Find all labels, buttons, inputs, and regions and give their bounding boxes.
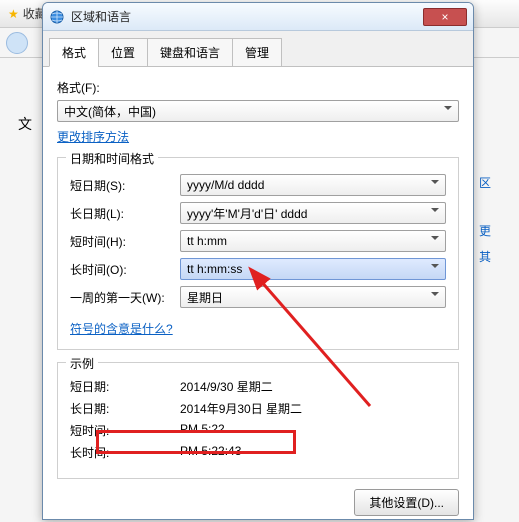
dialog-body: 格式(F): 中文(简体，中国) 更改排序方法 日期和时间格式 短日期(S): … [43,67,473,520]
chevron-down-icon [431,264,439,272]
tab-location[interactable]: 位置 [98,38,148,67]
titlebar: 区域和语言 × [43,3,473,31]
chevron-down-icon [431,208,439,216]
example-legend: 示例 [66,355,98,372]
button-row: 其他设置(D)... [57,489,459,516]
short-date-label: 短日期(S): [70,177,180,194]
ex-short-date-label: 短日期: [70,378,180,395]
other-settings-button[interactable]: 其他设置(D)... [354,489,459,516]
ex-short-date-value: 2014/9/30 星期二 [180,378,446,395]
chevron-down-icon [431,292,439,300]
side-link[interactable]: 区 [479,170,519,196]
row-first-day: 一周的第一天(W): 星期日 [70,286,446,308]
example-fieldset: 示例 短日期:2014/9/30 星期二 长日期:2014年9月30日 星期二 … [57,362,459,479]
short-date-combo[interactable]: yyyy/M/d dddd [180,174,446,196]
region-language-dialog: 区域和语言 × 格式 位置 键盘和语言 管理 格式(F): 中文(简体，中国) … [42,2,474,520]
chevron-down-icon [431,180,439,188]
ex-long-time-label: 长时间: [70,444,180,461]
row-short-date: 短日期(S): yyyy/M/d dddd [70,174,446,196]
side-link[interactable]: 更 [479,218,519,244]
chevron-down-icon [444,106,452,114]
row-long-date: 长日期(L): yyyy'年'M'月'd'日' dddd [70,202,446,224]
back-button-icon[interactable] [6,32,28,54]
ex-long-time-value: PM 5:22:43 [180,444,446,461]
symbol-meaning-link[interactable]: 符号的含意是什么? [70,320,173,337]
long-date-label: 长日期(L): [70,205,180,222]
close-button[interactable]: × [423,8,467,26]
datetime-legend: 日期和时间格式 [66,150,158,167]
format-combo[interactable]: 中文(简体，中国) [57,100,459,122]
first-day-combo[interactable]: 星期日 [180,286,446,308]
side-link[interactable]: 其 [479,244,519,270]
browser-tab-text: 文 [18,114,32,134]
ex-short-time-value: PM 5:22 [180,422,446,439]
long-time-combo[interactable]: tt h:mm:ss [180,258,446,280]
chevron-down-icon [431,236,439,244]
tab-strip: 格式 位置 键盘和语言 管理 [43,31,473,67]
first-day-label: 一周的第一天(W): [70,289,180,306]
datetime-fieldset: 日期和时间格式 短日期(S): yyyy/M/d dddd 长日期(L): yy… [57,157,459,350]
browser-side-links: 区 更 其 [479,60,519,270]
row-short-time: 短时间(H): tt h:mm [70,230,446,252]
long-time-label: 长时间(O): [70,261,180,278]
short-time-label: 短时间(H): [70,233,180,250]
long-date-combo[interactable]: yyyy'年'M'月'd'日' dddd [180,202,446,224]
close-icon: × [441,10,448,24]
short-time-combo[interactable]: tt h:mm [180,230,446,252]
tab-format[interactable]: 格式 [49,38,99,67]
change-sort-link[interactable]: 更改排序方法 [57,128,129,145]
ex-long-date-label: 长日期: [70,400,180,417]
ex-long-date-value: 2014年9月30日 星期二 [180,400,446,417]
globe-icon [49,9,65,25]
format-value: 中文(简体，中国) [64,103,156,120]
dialog-title: 区域和语言 [71,8,423,25]
format-label: 格式(F): [57,79,459,96]
favorite-star-icon: ★ [8,7,19,21]
tab-keyboard[interactable]: 键盘和语言 [147,38,233,67]
ex-short-time-label: 短时间: [70,422,180,439]
tab-admin[interactable]: 管理 [232,38,282,67]
row-long-time: 长时间(O): tt h:mm:ss [70,258,446,280]
